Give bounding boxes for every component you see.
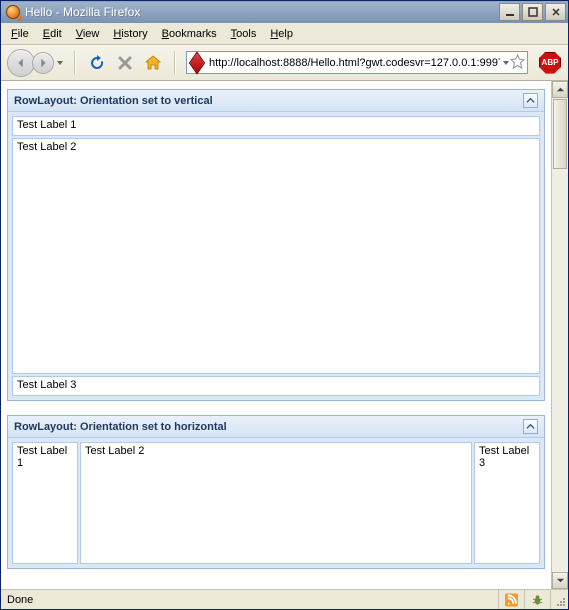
toolbar-separator <box>74 51 76 75</box>
window-controls <box>499 3 566 21</box>
adblock-plus-icon[interactable]: ABP <box>538 51 562 75</box>
status-text: Done <box>1 590 499 609</box>
collapse-button[interactable] <box>523 419 538 434</box>
menu-bookmarks[interactable]: Bookmarks <box>156 26 223 42</box>
scroll-down-button[interactable] <box>552 572 568 589</box>
scroll-track[interactable] <box>552 98 568 572</box>
resize-grip[interactable] <box>551 590 568 609</box>
panel-horizontal: RowLayout: Orientation set to horizontal… <box>7 415 545 569</box>
nav-history-dropdown[interactable] <box>56 59 64 67</box>
browser-window: Hello - Mozilla Firefox File Edit View H… <box>0 0 569 610</box>
scroll-thumb[interactable] <box>553 99 567 169</box>
label-cell: Test Label 3 <box>12 376 540 396</box>
status-icon-feed[interactable] <box>499 590 525 609</box>
back-button[interactable] <box>7 49 35 77</box>
menu-view[interactable]: View <box>70 26 106 42</box>
url-bar[interactable] <box>186 51 528 74</box>
content-area: RowLayout: Orientation set to vertical T… <box>1 81 568 589</box>
panel-body: Test Label 1 Test Label 2 Test Label 3 <box>8 112 544 400</box>
stop-button[interactable] <box>114 52 136 74</box>
label-cell: Test Label 1 <box>12 442 78 564</box>
site-favicon[interactable] <box>189 55 205 71</box>
vertical-scrollbar[interactable] <box>551 81 568 589</box>
menu-edit[interactable]: Edit <box>37 26 68 42</box>
panel-title: RowLayout: Orientation set to horizontal <box>14 421 227 433</box>
home-button[interactable] <box>142 52 164 74</box>
navigation-toolbar: ABP <box>1 45 568 81</box>
menu-tools[interactable]: Tools <box>225 26 263 42</box>
panel-body: Test Label 1 Test Label 2 Test Label 3 <box>8 438 544 568</box>
page-content: RowLayout: Orientation set to vertical T… <box>1 81 551 589</box>
close-button[interactable] <box>545 3 566 21</box>
menu-file[interactable]: File <box>5 26 35 42</box>
label-cell: Test Label 1 <box>12 116 540 136</box>
firefox-icon <box>5 4 21 20</box>
titlebar[interactable]: Hello - Mozilla Firefox <box>1 1 568 23</box>
bookmark-star-icon[interactable] <box>510 54 525 72</box>
scroll-up-button[interactable] <box>552 81 568 98</box>
label-cell: Test Label 2 <box>80 442 472 564</box>
forward-button[interactable] <box>32 52 54 74</box>
url-dropdown[interactable] <box>502 59 510 67</box>
minimize-button[interactable] <box>499 3 520 21</box>
panel-title: RowLayout: Orientation set to vertical <box>14 95 213 107</box>
nav-buttons <box>7 49 64 77</box>
panel-header[interactable]: RowLayout: Orientation set to vertical <box>8 90 544 112</box>
panel-vertical: RowLayout: Orientation set to vertical T… <box>7 89 545 401</box>
status-icon-bug[interactable] <box>525 590 551 609</box>
reload-button[interactable] <box>86 52 108 74</box>
label-cell: Test Label 2 <box>12 138 540 374</box>
statusbar: Done <box>1 589 568 609</box>
label-cell: Test Label 3 <box>474 442 540 564</box>
menu-history[interactable]: History <box>107 26 153 42</box>
window-title: Hello - Mozilla Firefox <box>25 5 499 19</box>
collapse-button[interactable] <box>523 93 538 108</box>
url-input[interactable] <box>209 57 500 69</box>
toolbar-separator <box>174 51 176 75</box>
menu-help[interactable]: Help <box>264 26 299 42</box>
panel-header[interactable]: RowLayout: Orientation set to horizontal <box>8 416 544 438</box>
maximize-button[interactable] <box>522 3 543 21</box>
menubar: File Edit View History Bookmarks Tools H… <box>1 23 568 45</box>
